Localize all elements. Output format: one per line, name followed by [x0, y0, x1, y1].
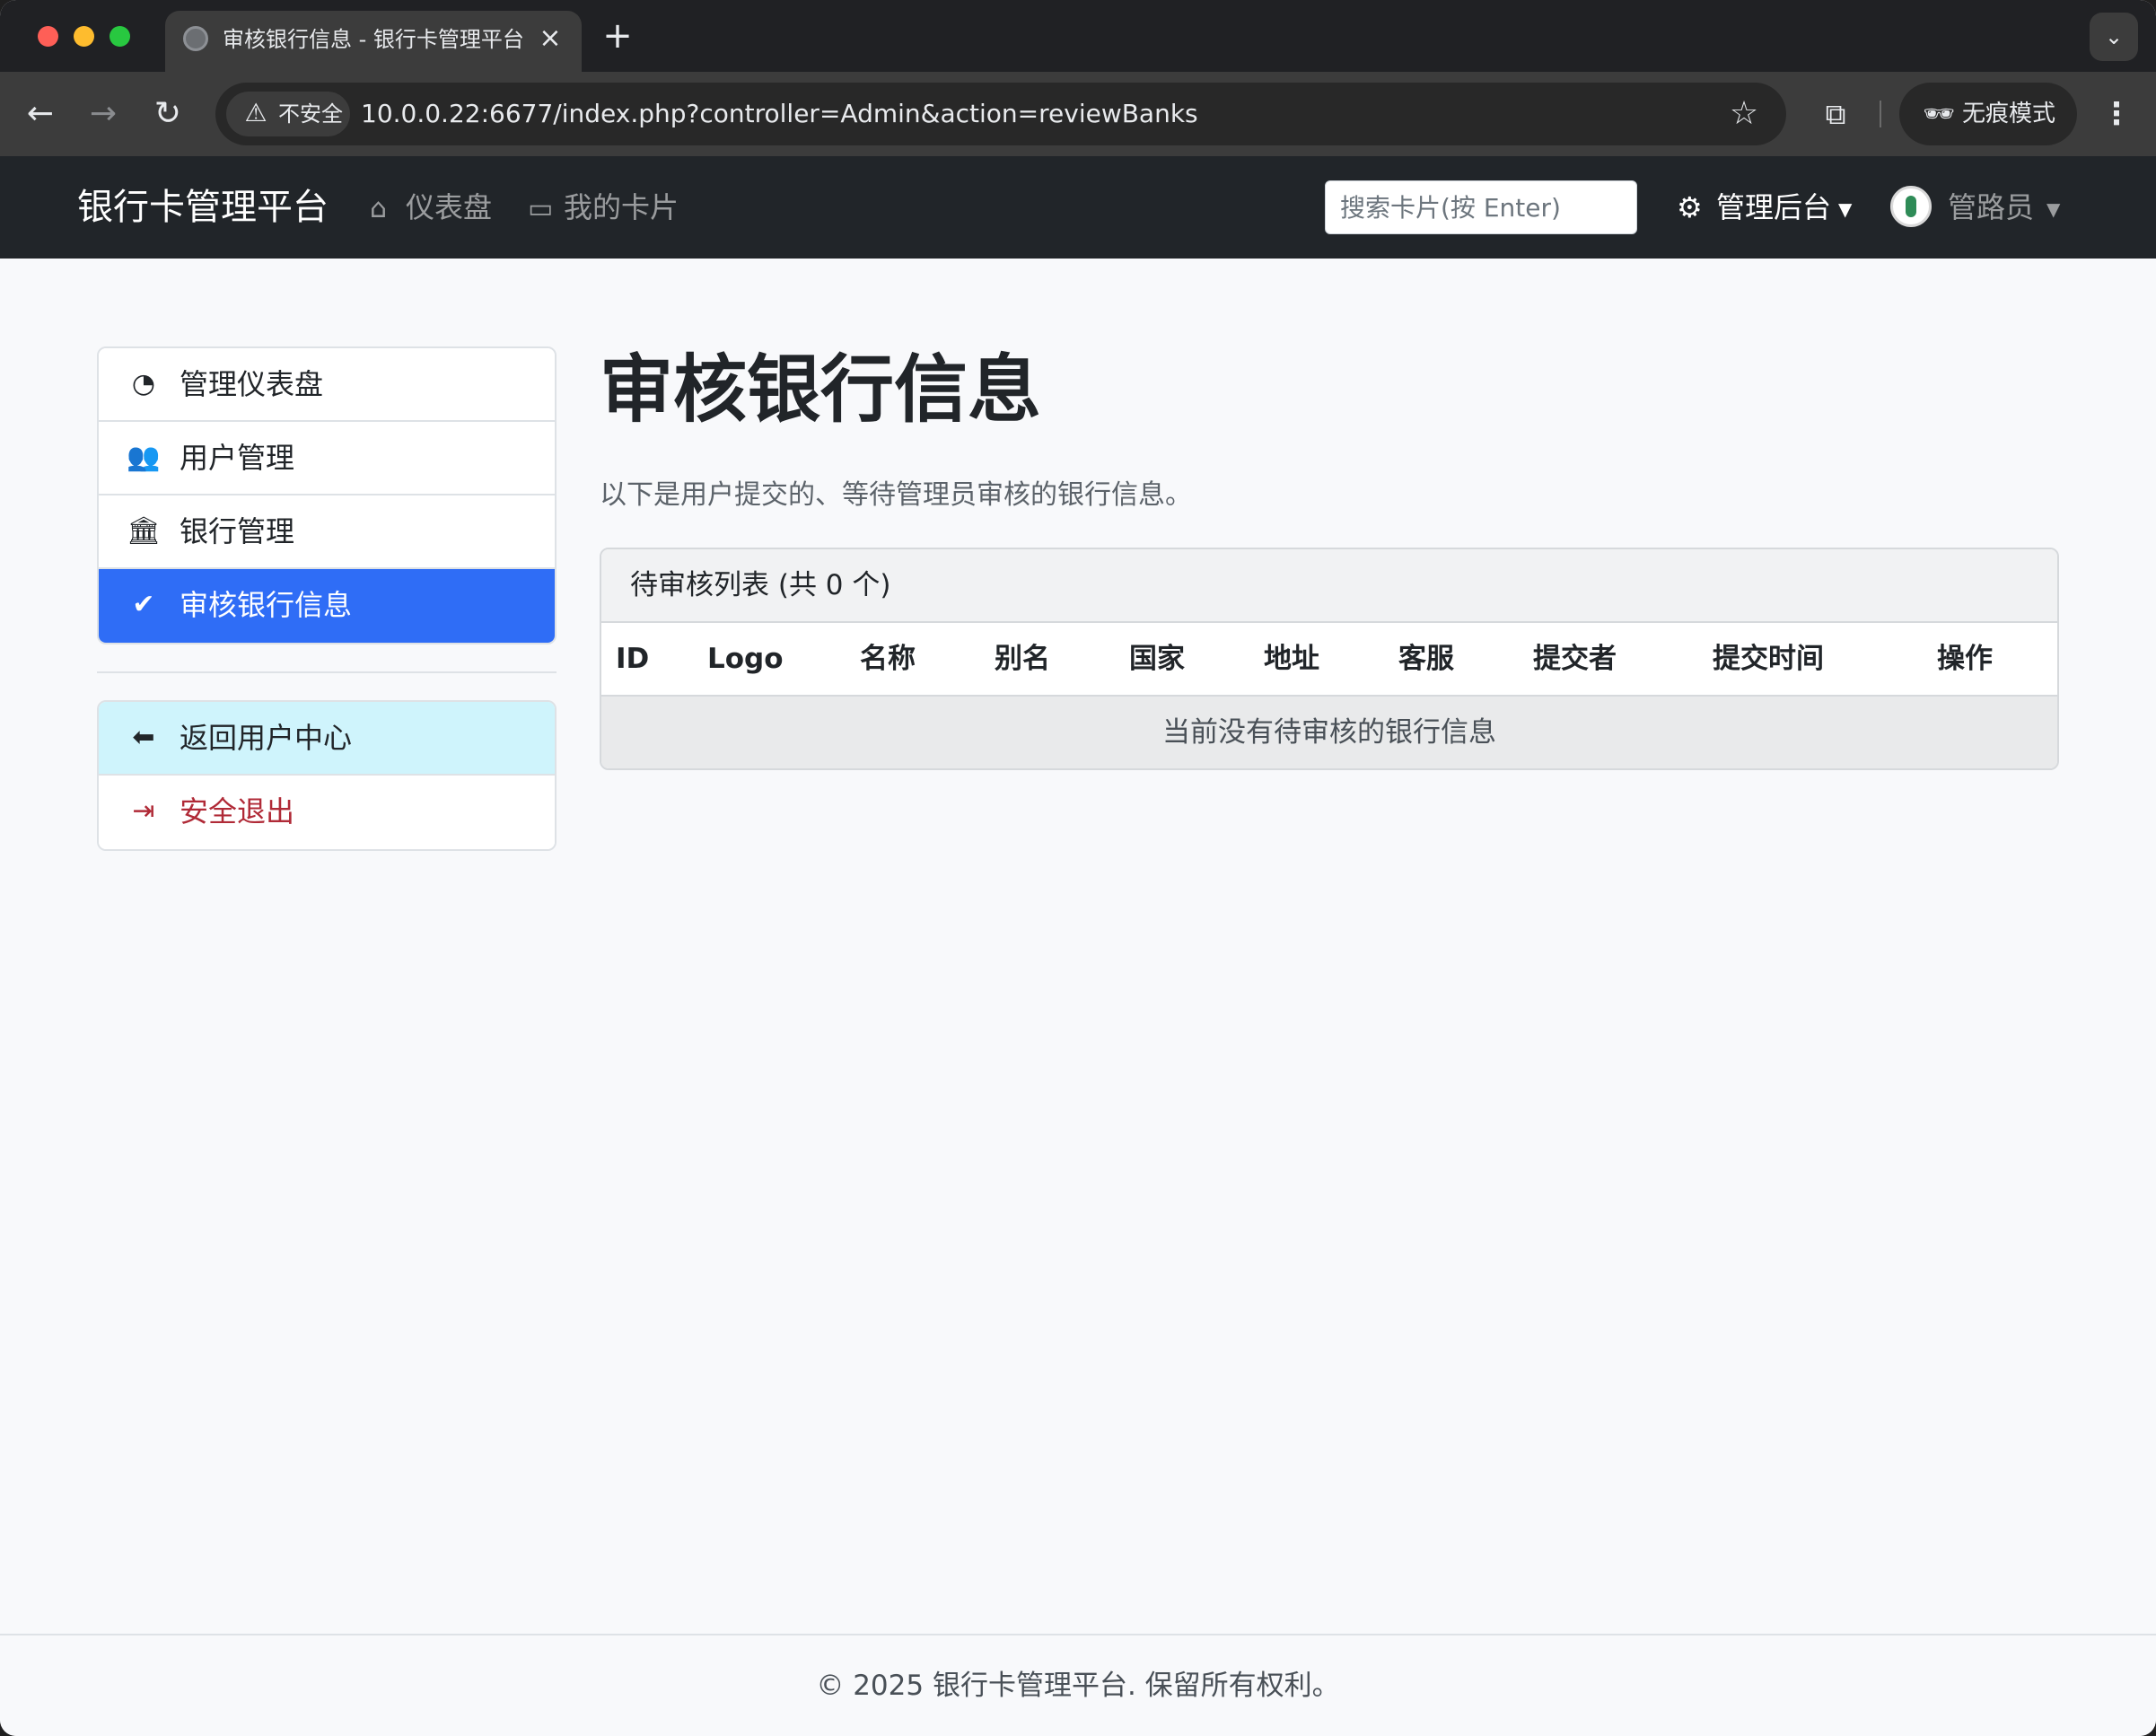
- incognito-icon: 🕶: [1923, 99, 1955, 128]
- security-label: 不安全: [278, 101, 343, 127]
- box-arrow-right-icon: ⇥: [132, 795, 155, 827]
- speedometer-icon: ◔: [131, 368, 156, 399]
- admin-dropdown-toggle[interactable]: ⚙ 管理后台 ▼: [1677, 156, 1852, 259]
- column-header-actions: 操作: [1937, 643, 1993, 675]
- sidebar-divider: [97, 671, 557, 673]
- bank-icon: 🏛: [126, 515, 162, 547]
- credit-card-icon: ▭: [528, 193, 554, 224]
- incognito-label: 无痕模式: [1962, 101, 2056, 127]
- column-header-id: ID: [616, 643, 650, 675]
- column-header-country: 国家: [1129, 643, 1185, 675]
- column-header-submitted-at: 提交时间: [1713, 643, 1824, 675]
- user-name: 管路员: [1948, 190, 2035, 224]
- patch-check-icon: ✔: [132, 589, 155, 620]
- sidebar-item-label: 银行管理: [180, 514, 295, 548]
- gear-icon: ⚙: [1677, 190, 1703, 224]
- app-navbar: 银行卡管理平台 ⌂ 仪表盘 ▭ 我的卡片 ⚙ 管理后台 ▼ 管路员 ▼: [0, 156, 2156, 259]
- pending-review-card: 待审核列表 (共 0 个) ID Logo 名称 别名 国家 地址 客服 提交者…: [600, 548, 2059, 770]
- tab-title: 审核银行信息 - 银行卡管理平台: [223, 27, 524, 52]
- security-indicator[interactable]: ⚠ 不安全: [226, 92, 350, 136]
- sidebar-item-label: 安全退出: [180, 794, 295, 829]
- page-title: 审核银行信息: [600, 347, 1042, 433]
- bookmark-star-icon[interactable]: ☆: [1722, 92, 1766, 136]
- avatar: [1890, 186, 1932, 227]
- browser-window: 审核银行信息 - 银行卡管理平台 × + ⌄ ← → ↻ ⚠ 不安全 10.0.…: [0, 0, 2156, 1736]
- sidebar-item-bank-management[interactable]: 🏛 银行管理: [99, 495, 555, 569]
- sidebar-item-logout[interactable]: ⇥ 安全退出: [99, 776, 555, 849]
- caret-down-icon: ▼: [2046, 198, 2061, 220]
- browser-menu-icon[interactable]: ⋮: [2097, 92, 2136, 136]
- warning-triangle-icon: ⚠: [244, 98, 267, 127]
- card-search-input[interactable]: [1325, 180, 1637, 234]
- minimize-window-button[interactable]: [74, 26, 94, 47]
- incognito-indicator[interactable]: 🕶 无痕模式: [1899, 83, 2077, 145]
- people-icon: 👥: [127, 442, 161, 473]
- card-header: 待审核列表 (共 0 个): [601, 549, 2057, 623]
- browser-toolbar: ← → ↻ ⚠ 不安全 10.0.0.22:6677/index.php?con…: [0, 72, 2156, 156]
- sidebar-item-label: 管理仪表盘: [180, 367, 324, 401]
- maximize-window-button[interactable]: [110, 26, 130, 47]
- close-icon[interactable]: ×: [535, 23, 565, 54]
- address-bar[interactable]: ⚠ 不安全 10.0.0.22:6677/index.php?controlle…: [215, 83, 1786, 145]
- toolbar-divider: [1880, 101, 1881, 127]
- account-menu: ⬅ 返回用户中心 ⇥ 安全退出: [97, 700, 557, 851]
- arrow-left-circle-icon: ⬅: [132, 722, 155, 753]
- nav-link-label: 我的卡片: [564, 190, 679, 224]
- admin-sidebar: ◔ 管理仪表盘 👥 用户管理 🏛 银行管理 ✔ 审核银行信息 ⬅ 返回用户中心: [97, 346, 557, 851]
- extensions-puzzle-icon[interactable]: ⧉: [1813, 92, 1858, 136]
- nav-link-my-cards[interactable]: ▭ 我的卡片: [528, 156, 679, 259]
- house-icon: ⌂: [370, 193, 388, 224]
- forward-arrow-icon[interactable]: →: [83, 93, 124, 135]
- sidebar-item-admin-dashboard[interactable]: ◔ 管理仪表盘: [99, 348, 555, 422]
- tab-strip: 审核银行信息 - 银行卡管理平台 × + ⌄: [0, 0, 2156, 72]
- back-arrow-icon[interactable]: ←: [20, 93, 61, 135]
- admin-dropdown-label: 管理后台: [1716, 190, 1832, 224]
- new-tab-button[interactable]: +: [600, 16, 635, 56]
- column-header-support: 客服: [1398, 643, 1454, 675]
- brand-link[interactable]: 银行卡管理平台: [77, 156, 329, 259]
- reload-icon[interactable]: ↻: [147, 93, 188, 135]
- sidebar-item-user-management[interactable]: 👥 用户管理: [99, 422, 555, 495]
- nav-link-dashboard[interactable]: ⌂ 仪表盘: [370, 156, 492, 259]
- sidebar-item-label: 返回用户中心: [180, 721, 353, 755]
- column-header-logo: Logo: [707, 643, 784, 675]
- sidebar-item-label: 用户管理: [180, 441, 295, 475]
- url-text[interactable]: 10.0.0.22:6677/index.php?controller=Admi…: [361, 83, 1617, 145]
- column-header-submitter: 提交者: [1533, 643, 1617, 675]
- empty-table-message: 当前没有待审核的银行信息: [601, 697, 2057, 768]
- globe-icon: [183, 26, 208, 51]
- column-header-address: 地址: [1264, 643, 1319, 675]
- page-footer: © 2025 银行卡管理平台. 保留所有权利。: [0, 1634, 2156, 1736]
- sidebar-item-back-to-user-center[interactable]: ⬅ 返回用户中心: [99, 702, 555, 776]
- page-description: 以下是用户提交的、等待管理员审核的银行信息。: [600, 479, 1192, 511]
- caret-down-icon: ▼: [1838, 198, 1853, 220]
- close-window-button[interactable]: [38, 26, 58, 47]
- nav-link-label: 仪表盘: [406, 190, 493, 224]
- table-header-row: ID Logo 名称 别名 国家 地址 客服 提交者 提交时间 操作: [601, 623, 2057, 697]
- sidebar-item-review-banks[interactable]: ✔ 审核银行信息: [99, 569, 555, 643]
- admin-menu: ◔ 管理仪表盘 👥 用户管理 🏛 银行管理 ✔ 审核银行信息: [97, 346, 557, 644]
- column-header-name: 名称: [860, 643, 916, 675]
- user-dropdown-toggle[interactable]: 管路员 ▼: [1890, 156, 2060, 259]
- chevron-down-icon[interactable]: ⌄: [2090, 13, 2138, 61]
- page-content: ◔ 管理仪表盘 👥 用户管理 🏛 银行管理 ✔ 审核银行信息 ⬅ 返回用户中心: [0, 259, 2156, 1634]
- browser-tab-active[interactable]: 审核银行信息 - 银行卡管理平台 ×: [165, 11, 582, 72]
- column-header-alias: 别名: [995, 643, 1050, 675]
- sidebar-item-label: 审核银行信息: [180, 588, 353, 622]
